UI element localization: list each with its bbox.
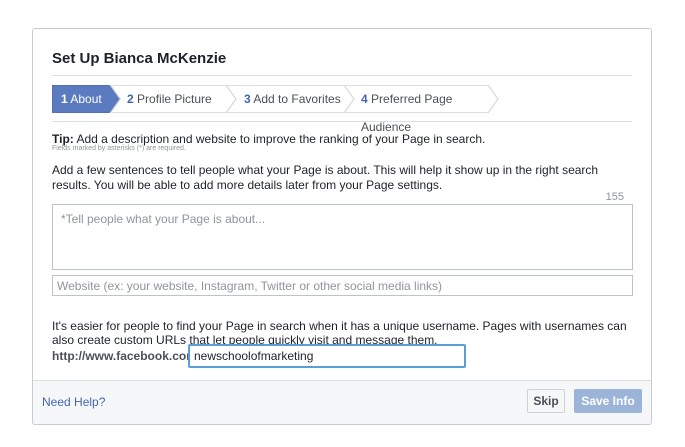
about-textarea[interactable]: *Tell people what your Page is about... (52, 204, 633, 270)
step-number: 2 (127, 92, 134, 106)
dialog-title: Set Up Bianca McKenzie (52, 50, 227, 67)
step-label: Profile Picture (137, 92, 212, 106)
setup-dialog: Set Up Bianca McKenzie 1 About 2 Profile… (32, 28, 652, 425)
title-divider (52, 75, 632, 76)
step-progress: 1 About 2 Profile Picture 3 Add to Favor… (52, 85, 502, 134)
tip-message: Add a description and website to improve… (76, 132, 486, 146)
website-input[interactable]: Website (ex: your website, Instagram, Tw… (52, 275, 633, 296)
skip-button[interactable]: Skip (527, 389, 565, 413)
facebook-url-prefix: http://www.facebook.com/ (52, 349, 201, 363)
save-info-button[interactable]: Save Info (574, 389, 642, 413)
step-label: About (70, 92, 102, 106)
step-add-to-favorites[interactable]: 3 Add to Favorites (244, 85, 341, 113)
step-number: 3 (244, 92, 251, 106)
step-preferred-page-audience[interactable]: 4 Preferred Page Audience (361, 85, 502, 134)
tip-text: Tip: Add a description and website to im… (52, 132, 485, 146)
website-placeholder: Website (ex: your website, Instagram, Tw… (57, 279, 443, 293)
about-description: Add a few sentences to tell people what … (52, 163, 599, 192)
step-profile-picture[interactable]: 2 Profile Picture (127, 85, 212, 113)
step-number: 1 (61, 92, 68, 106)
username-input[interactable]: newschoolofmarketing (188, 344, 466, 368)
character-counter: 155 (605, 191, 624, 203)
about-placeholder: *Tell people what your Page is about... (61, 212, 266, 226)
step-about[interactable]: 1 About (61, 85, 102, 113)
dialog-footer: Need Help? Skip Save Info (33, 380, 651, 424)
username-description: It's easier for people to find your Page… (52, 319, 627, 347)
step-label: Add to Favorites (253, 92, 341, 106)
tip-prefix: Tip: (52, 132, 74, 146)
step-3-separator (225, 85, 237, 113)
step-label: Preferred Page Audience (361, 92, 453, 134)
step-number: 4 (361, 92, 368, 106)
step-4-separator (343, 85, 355, 113)
required-fields-note: Fields marked by asterisks (*) are requi… (52, 145, 186, 152)
steps-divider (52, 121, 632, 122)
need-help-link[interactable]: Need Help? (42, 395, 105, 409)
username-value: newschoolofmarketing (194, 349, 314, 363)
